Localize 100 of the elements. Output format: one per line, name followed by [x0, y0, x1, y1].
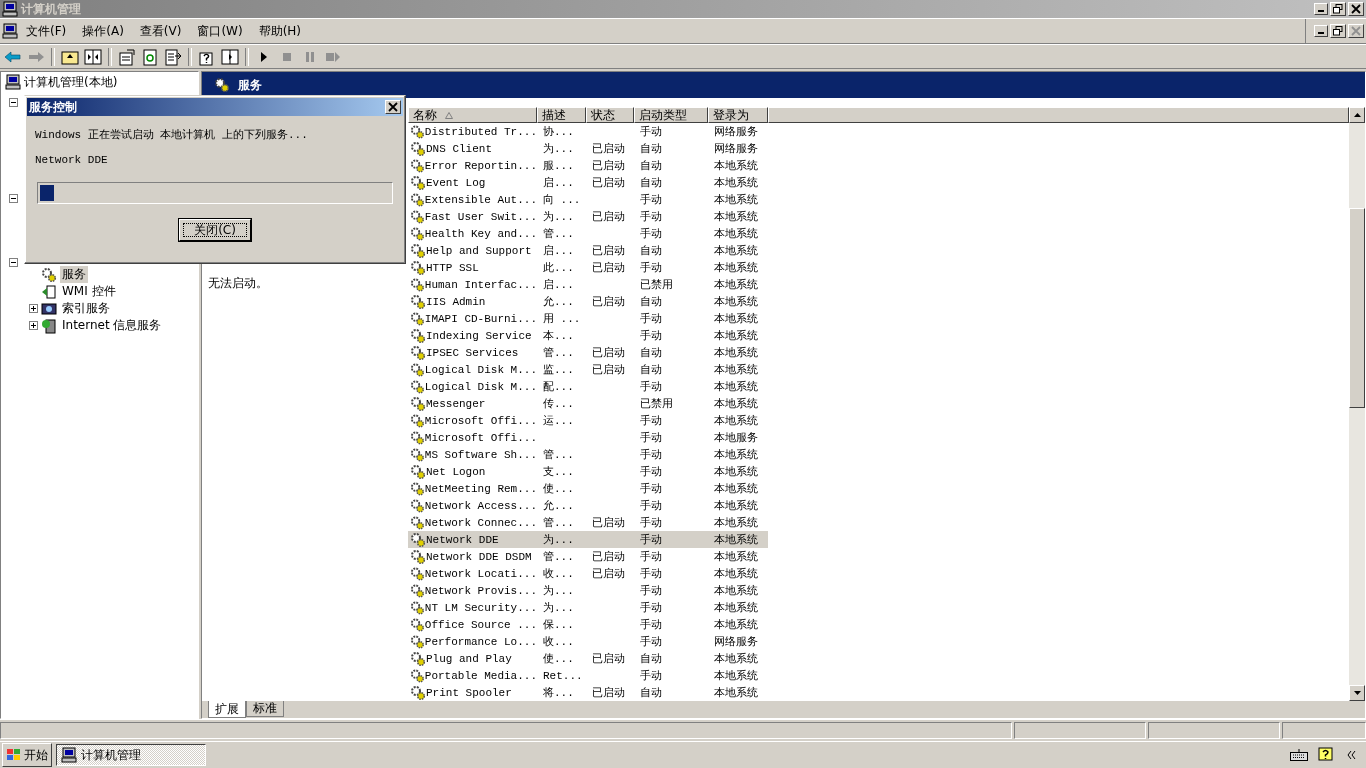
table-cell: Net Logon [426, 465, 486, 478]
restore-button[interactable] [1330, 24, 1346, 38]
scroll-up-icon[interactable] [1353, 113, 1361, 117]
table-cell: 管... [543, 449, 574, 461]
table-row[interactable]: Event Log 启... 已启动 自动 本地系统 [408, 174, 768, 191]
table-cell: 本... [543, 330, 574, 342]
table-cell: 手动 [640, 381, 662, 393]
menu-item[interactable]: 文件(F) [18, 22, 75, 40]
table-cell: 本地系统 [714, 177, 758, 189]
table-row[interactable]: Health Key and... 管... 手动 本地系统 [408, 225, 768, 242]
start-button[interactable]: 开始 [2, 743, 52, 767]
close-icon [388, 102, 398, 112]
restore-button[interactable] [1330, 2, 1346, 16]
close-button[interactable] [1348, 2, 1364, 16]
table-cell: IMAPI CD-Burni... [424, 312, 537, 325]
tree-item[interactable]: WMI 控件 [60, 283, 118, 300]
table-row[interactable]: Network Provis... 为... 手动 本地系统 [408, 582, 768, 599]
collapse-icon[interactable] [9, 194, 18, 203]
tree-toggle-icon[interactable] [83, 47, 103, 66]
gear-icon [410, 293, 426, 310]
table-row[interactable]: Portable Media... Ret... 手动 本地系统 [408, 667, 768, 684]
table-row[interactable]: DNS Client 为... 已启动 自动 网络服务 [408, 140, 768, 157]
expand-icon[interactable] [29, 304, 38, 313]
gear-icon [410, 208, 425, 225]
menu-item[interactable]: 帮助(H) [250, 22, 310, 40]
table-row[interactable]: Network Connec... 管... 已启动 手动 本地系统 [408, 514, 768, 531]
table-row[interactable]: NT LM Security... 为... 手动 本地系统 [408, 599, 768, 616]
table-row[interactable]: Distributed Tr... 协... 手动 网络服务 [408, 123, 768, 140]
close-button[interactable] [385, 100, 401, 114]
table-row[interactable]: Extensible Aut... 向 ... 手动 本地系统 [408, 191, 768, 208]
column-header[interactable]: 状态 [586, 107, 634, 123]
table-row[interactable]: NetMeeting Rem... 使... 手动 本地系统 [408, 480, 768, 497]
table-row[interactable]: HTTP SSL 此... 已启动 手动 本地系统 [408, 259, 768, 276]
scrollbar[interactable] [1349, 107, 1365, 701]
table-row[interactable]: IPSEC Services 管... 已启动 自动 本地系统 [408, 344, 768, 361]
table-row[interactable]: Microsoft Offi... 手动 本地服务 [408, 429, 768, 446]
menu-item[interactable]: 操作(A) [74, 22, 132, 40]
table-row[interactable]: Network DDE DSDM 管... 已启动 手动 本地系统 [408, 548, 768, 565]
export-list-icon[interactable] [163, 47, 183, 66]
table-row[interactable]: Performance Lo... 收... 手动 网络服务 [408, 633, 768, 650]
close-button[interactable] [1348, 24, 1364, 38]
table-row[interactable]: Print Spooler 将... 已启动 自动 本地系统 [408, 684, 768, 701]
table-row[interactable]: Messenger 传... 已禁用 本地系统 [408, 395, 768, 412]
table-row[interactable]: Network Access... 允... 手动 本地系统 [408, 497, 768, 514]
column-header[interactable]: 启动类型 [634, 107, 708, 123]
table-cell: Indexing Service [426, 329, 532, 342]
tree-item[interactable]: Internet 信息服务 [60, 317, 164, 334]
table-cell: 手动 [640, 432, 662, 444]
table-row[interactable]: MS Software Sh... 管... 手动 本地系统 [408, 446, 768, 463]
close-button[interactable]: 关闭(C) [179, 219, 251, 241]
column-header[interactable]: 登录为 [708, 107, 768, 123]
expand-icon[interactable] [29, 321, 38, 330]
table-cell: 本地系统 [714, 398, 758, 410]
menu-item[interactable]: 查看(V) [131, 22, 190, 40]
keyboard-icon[interactable] [1290, 749, 1308, 761]
table-cell: 管... [543, 347, 574, 359]
table-cell: 保... [543, 619, 574, 631]
tab[interactable]: 扩展 [208, 701, 246, 718]
tree-item[interactable]: 索引服务 [60, 300, 112, 317]
console-icon[interactable] [220, 47, 240, 66]
table-row[interactable]: IMAPI CD-Burni... 用 ... 手动 本地系统 [408, 310, 768, 327]
minimize-button[interactable] [1314, 25, 1328, 37]
table-cell: 监... [543, 364, 574, 376]
properties-icon[interactable] [117, 47, 137, 66]
tab[interactable]: 标准 [246, 701, 284, 717]
table-row[interactable]: Indexing Service 本... 手动 本地系统 [408, 327, 768, 344]
table-cell: 本地系统 [714, 296, 758, 308]
column-header[interactable]: 描述 [537, 107, 586, 123]
table-row[interactable]: Error Reportin... 服... 已启动 自动 本地系统 [408, 157, 768, 174]
collapse-icon[interactable] [9, 98, 18, 107]
gear-icon [410, 412, 425, 429]
taskbar-button[interactable]: 计算机管理 [56, 744, 206, 766]
table-cell: 已启动 [592, 143, 625, 155]
table-cell: 本地系统 [714, 466, 758, 478]
table-row[interactable]: Network Locati... 收... 已启动 手动 本地系统 [408, 565, 768, 582]
help-icon[interactable] [1318, 747, 1334, 763]
menu-item[interactable]: 窗口(W) [189, 22, 251, 40]
table-row[interactable]: IIS Admin 允... 已启动 自动 本地系统 [408, 293, 768, 310]
scroll-down-icon[interactable] [1353, 691, 1361, 695]
table-row[interactable]: Help and Support 启... 已启动 自动 本地系统 [408, 242, 768, 259]
table-row[interactable]: Fast User Swit... 为... 已启动 手动 本地系统 [408, 208, 768, 225]
table-row[interactable]: Office Source ... 保... 手动 本地系统 [408, 616, 768, 633]
table-cell: DNS Client [426, 142, 492, 155]
table-row[interactable]: Network DDE 为... 手动 本地系统 [408, 531, 768, 548]
minimize-button[interactable] [1314, 3, 1328, 15]
table-cell: 手动 [640, 211, 662, 223]
table-row[interactable]: Plug and Play 使... 已启动 自动 本地系统 [408, 650, 768, 667]
table-row[interactable]: Human Interfac... 启... 已禁用 本地系统 [408, 276, 768, 293]
tree-item[interactable]: 计算机管理(本地) [24, 73, 118, 91]
table-row[interactable]: Logical Disk M... 配... 手动 本地系统 [408, 378, 768, 395]
table-cell: 已启动 [592, 364, 625, 376]
refresh-icon[interactable] [140, 47, 160, 66]
table-cell: 本地系统 [714, 619, 758, 631]
tree-item[interactable]: 服务 [60, 266, 88, 283]
table-row[interactable]: Logical Disk M... 监... 已启动 自动 本地系统 [408, 361, 768, 378]
collapse-icon[interactable] [9, 258, 18, 267]
table-row[interactable]: Net Logon 支... 手动 本地系统 [408, 463, 768, 480]
column-header[interactable]: 名称 [408, 107, 537, 123]
table-row[interactable]: Microsoft Offi... 运... 手动 本地系统 [408, 412, 768, 429]
table-cell: 允... [543, 296, 574, 308]
